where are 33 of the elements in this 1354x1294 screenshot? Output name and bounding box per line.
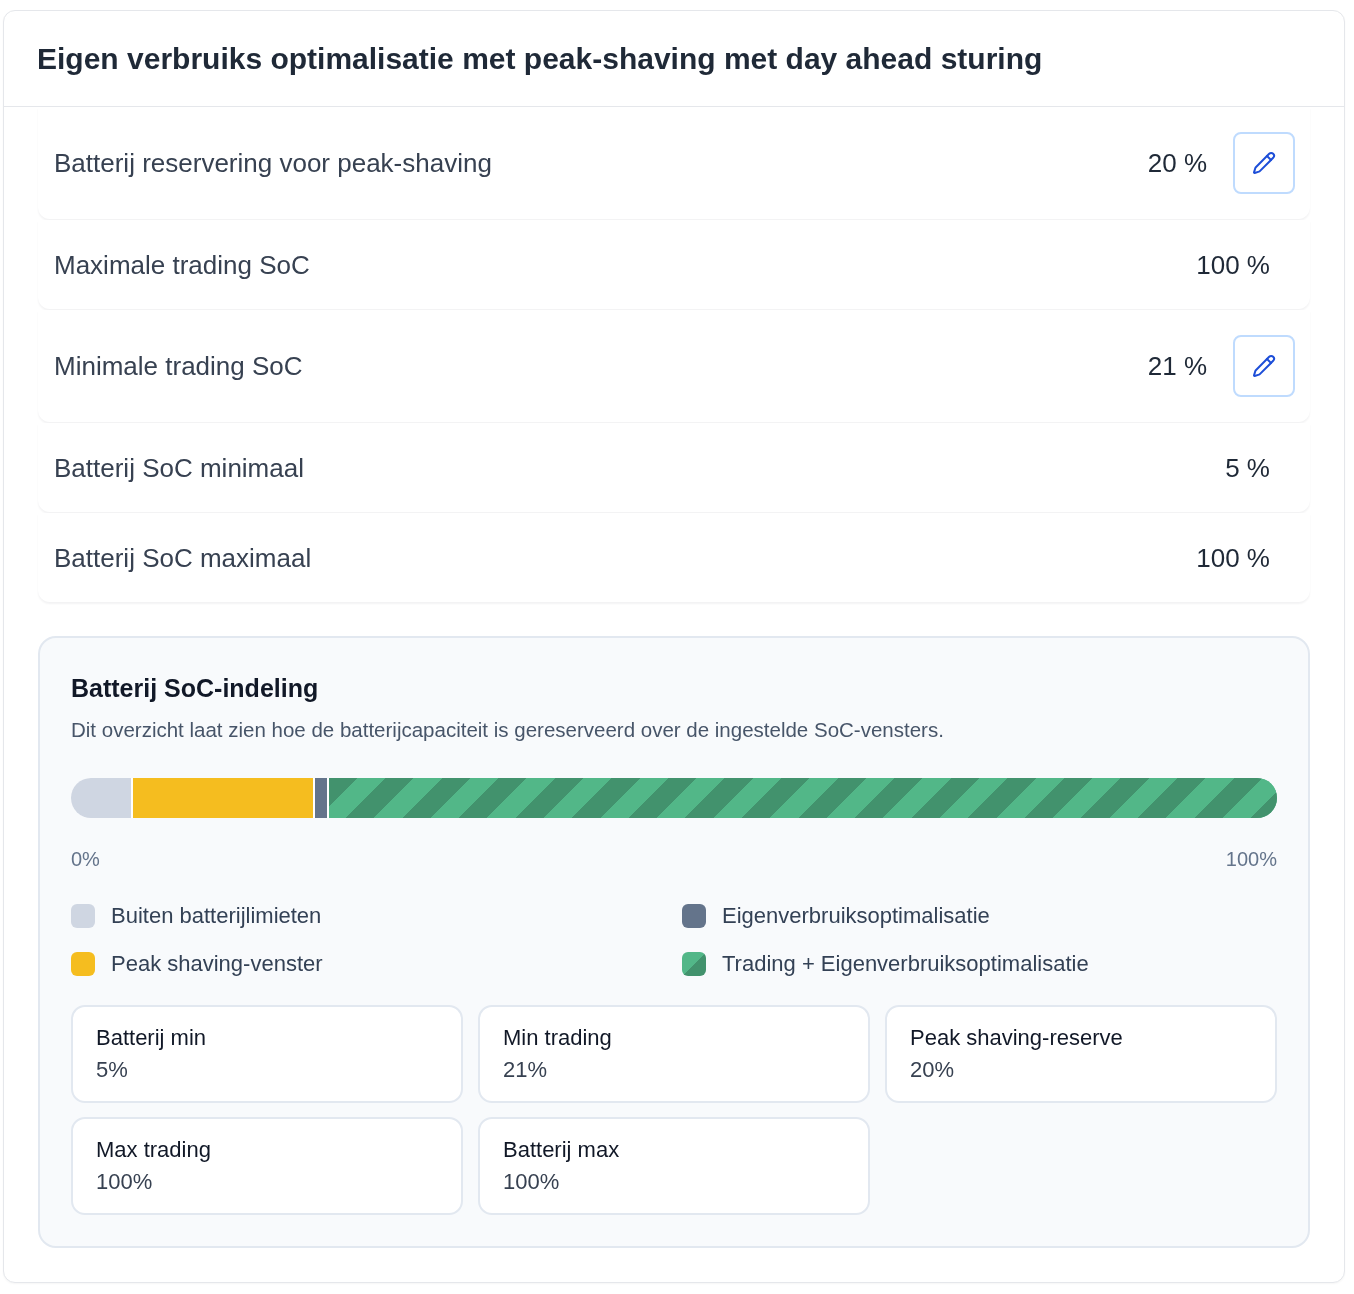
stat-label: Peak shaving-reserve	[910, 1024, 1124, 1052]
scale-start-label: 0%	[71, 847, 100, 871]
stat-value: 100%	[96, 1168, 154, 1196]
stat-value: 5%	[96, 1056, 129, 1084]
setting-value: 5 %	[1225, 451, 1270, 484]
setting-label: Batterij SoC maximaal	[54, 541, 312, 574]
setting-label: Minimale trading SoC	[54, 350, 303, 382]
panel-description: Dit overzicht laat zien hoe de batterijcapaciteit is gereserveerd over de ingestelde SoC-vensters.	[71, 717, 945, 743]
setting-label: Maximale trading SoC	[54, 248, 310, 281]
pencil-icon	[1252, 151, 1276, 175]
legend-label: Buiten batterijlimieten	[111, 902, 322, 930]
setting-value: 20 %	[1147, 147, 1207, 179]
setting-value: 100 %	[1196, 541, 1270, 574]
legend-label: Peak shaving-venster	[111, 950, 323, 978]
stat-label: Min trading	[503, 1024, 613, 1052]
card-title: Eigen verbruiks optimalisatie met peak-shaving met day ahead sturing	[37, 41, 1044, 77]
stat-label: Batterij max	[503, 1136, 621, 1164]
stat-value: 20%	[910, 1056, 956, 1084]
stat-value: 21%	[503, 1056, 549, 1084]
scale-end-label: 100%	[1225, 847, 1277, 871]
pencil-icon	[1252, 354, 1276, 378]
setting-value: 100 %	[1196, 248, 1270, 281]
stat-label: Batterij min	[96, 1024, 208, 1052]
legend-label: Trading + Eigenverbruiksoptimalisatie	[722, 950, 1089, 978]
stat-label: Max trading	[96, 1136, 212, 1164]
stat-value: 100%	[503, 1168, 561, 1196]
setting-label: Batterij reservering voor peak-shaving	[54, 147, 492, 179]
panel-title: Batterij SoC-indeling	[71, 673, 320, 704]
setting-label: Batterij SoC minimaal	[54, 451, 304, 484]
edit-button[interactable]	[1233, 132, 1295, 194]
edit-button[interactable]	[1233, 335, 1295, 397]
legend-label: Eigenverbruiksoptimalisatie	[722, 902, 990, 930]
setting-value: 21 %	[1147, 350, 1207, 382]
